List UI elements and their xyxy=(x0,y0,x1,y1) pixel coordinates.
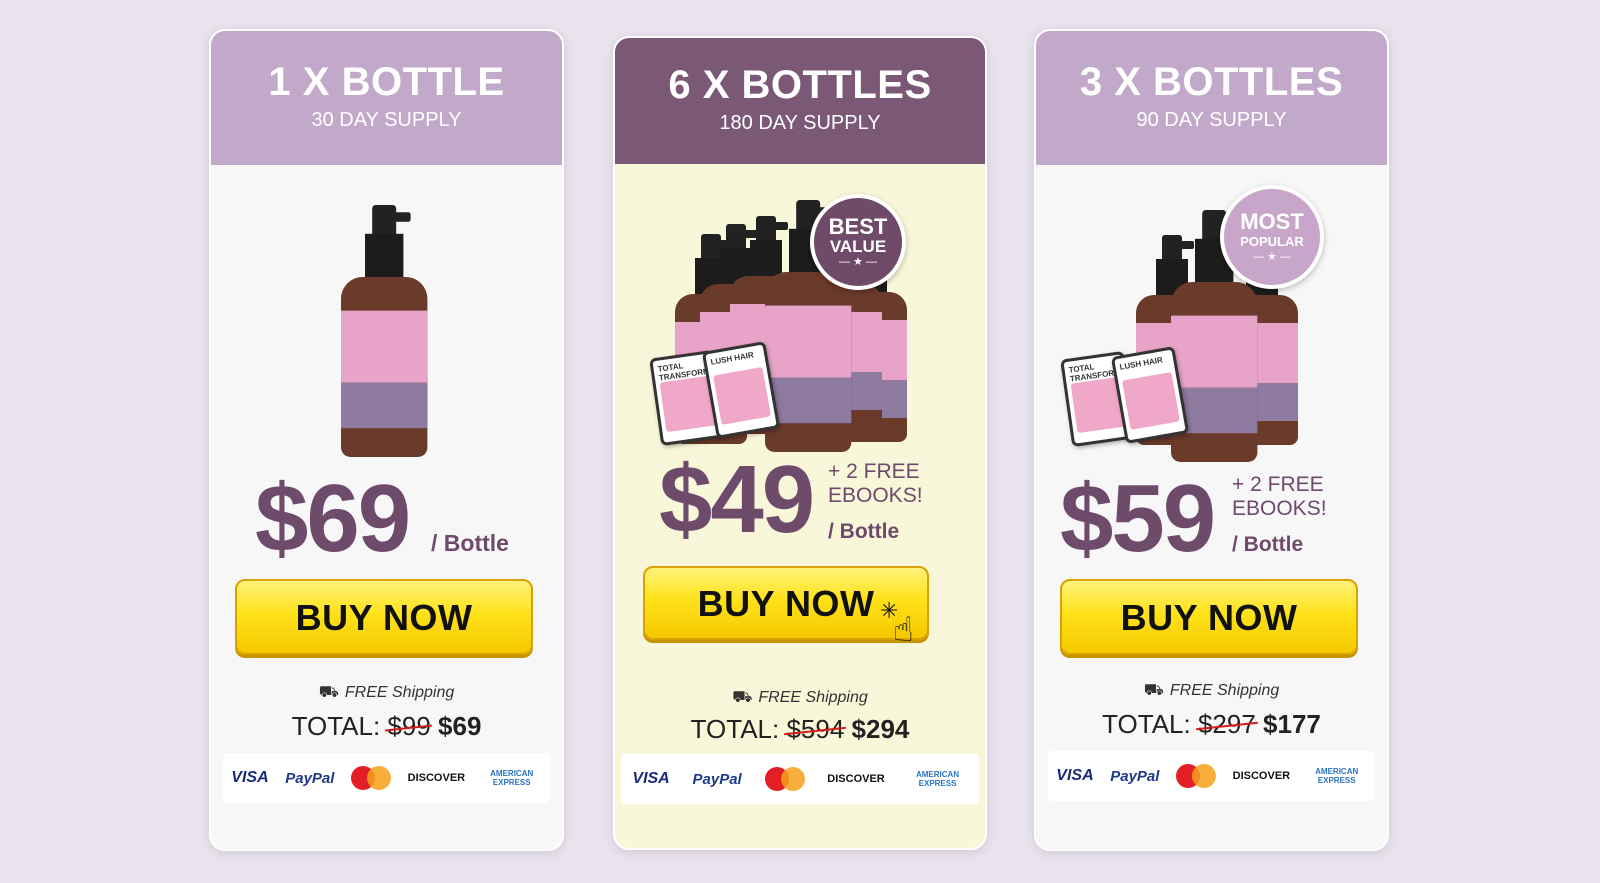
amex-logo: AMERICAN EXPRESS xyxy=(1315,767,1359,785)
card-header: 1 X BOTTLE 30 DAY SUPPLY xyxy=(211,31,562,165)
price-amount: $69 xyxy=(255,465,411,572)
paypal-logo: PayPal xyxy=(1110,767,1160,785)
card-header: 3 X BOTTLES 90 DAY SUPPLY xyxy=(1036,31,1387,165)
visa-logo: VISA xyxy=(1056,767,1094,784)
package-card-1-bottle: 1 X BOTTLE 30 DAY SUPPLY $69 / Bottle BU… xyxy=(209,29,564,851)
payment-methods: VISA PayPal DISCOVER AMERICAN EXPRESS xyxy=(223,753,550,803)
price-amount: $59 xyxy=(1060,465,1216,572)
original-total: $297 xyxy=(1197,709,1256,739)
price-unit: / Bottle xyxy=(1232,533,1304,556)
supply-label: 90 DAY SUPPLY xyxy=(1136,109,1287,131)
mastercard-logo xyxy=(764,767,805,791)
visa-logo: VISA xyxy=(231,769,269,786)
mastercard-logo xyxy=(351,766,392,790)
price-unit: / Bottle xyxy=(431,530,509,556)
visa-logo: VISA xyxy=(632,770,670,787)
bottle-image xyxy=(341,205,428,457)
free-shipping: ⛟ FREE Shipping xyxy=(318,684,455,701)
free-shipping: ⛟ FREE Shipping xyxy=(1143,682,1280,699)
amex-logo: AMERICAN EXPRESS xyxy=(490,769,534,787)
star-icon: — ★ — xyxy=(839,256,877,268)
amex-logo: AMERICAN EXPRESS xyxy=(915,770,960,788)
truck-icon: ⛟ xyxy=(732,689,753,706)
discover-logo: DISCOVER xyxy=(827,773,885,785)
package-title: 1 X BOTTLE xyxy=(268,60,505,104)
package-title: 3 X BOTTLES xyxy=(1079,60,1344,104)
original-total: $594 xyxy=(786,714,845,744)
total-price: TOTAL: $594 $294 xyxy=(690,714,910,744)
discover-logo: DISCOVER xyxy=(1232,770,1291,782)
best-value-badge: BEST VALUE — ★ — xyxy=(810,194,906,290)
bonus-offer: + 2 FREE EBOOKS! xyxy=(828,460,923,507)
product-image: TOTAL TRANSFORM LUSH HAIR MOST POPULAR —… xyxy=(1036,165,1387,465)
discounted-total: $177 xyxy=(1263,709,1321,739)
bonus-offer: + 2 FREE EBOOKS! xyxy=(1232,473,1327,520)
package-title: 6 X BOTTLES xyxy=(668,63,932,107)
card-header: 6 X BOTTLES 180 DAY SUPPLY xyxy=(615,38,985,164)
payment-methods: VISA PayPal DISCOVER AMERICAN EXPRESS xyxy=(1048,751,1375,801)
original-total: $99 xyxy=(387,711,431,741)
total-price: TOTAL: $99 $69 xyxy=(291,711,482,741)
price-amount: $49 xyxy=(659,446,815,553)
most-popular-badge: MOST POPULAR — ★ — xyxy=(1220,185,1324,289)
truck-icon: ⛟ xyxy=(318,684,339,701)
free-shipping: ⛟ FREE Shipping xyxy=(732,689,868,706)
paypal-logo: PayPal xyxy=(285,769,335,787)
mastercard-logo xyxy=(1176,764,1217,788)
discounted-total: $294 xyxy=(851,714,910,744)
package-card-3-bottles: 3 X BOTTLES 90 DAY SUPPLY TOTAL TRANSFOR… xyxy=(1034,29,1389,851)
supply-label: 180 DAY SUPPLY xyxy=(719,112,881,134)
hand-pointer-icon: ☝ xyxy=(893,611,914,649)
price-unit: / Bottle xyxy=(828,520,900,543)
payment-methods: VISA PayPal DISCOVER AMERICAN EXPRESS xyxy=(621,754,979,804)
product-image: TOTAL TRANSFORM LUSH HAIR BEST VALUE — ★… xyxy=(615,164,985,454)
buy-now-button[interactable]: BUY NOW xyxy=(1060,579,1358,655)
total-price: TOTAL: $297 $177 xyxy=(1102,709,1321,739)
buy-now-button[interactable]: BUY NOW xyxy=(235,579,533,655)
supply-label: 30 DAY SUPPLY xyxy=(311,109,462,131)
package-card-6-bottles: 6 X BOTTLES 180 DAY SUPPLY TOTAL TRANSFO… xyxy=(613,36,987,850)
paypal-logo: PayPal xyxy=(692,770,742,788)
discover-logo: DISCOVER xyxy=(407,772,466,784)
star-icon: — ★ — xyxy=(1253,251,1291,263)
truck-icon: ⛟ xyxy=(1143,682,1164,699)
discounted-total: $69 xyxy=(438,711,482,741)
product-image xyxy=(211,165,562,465)
